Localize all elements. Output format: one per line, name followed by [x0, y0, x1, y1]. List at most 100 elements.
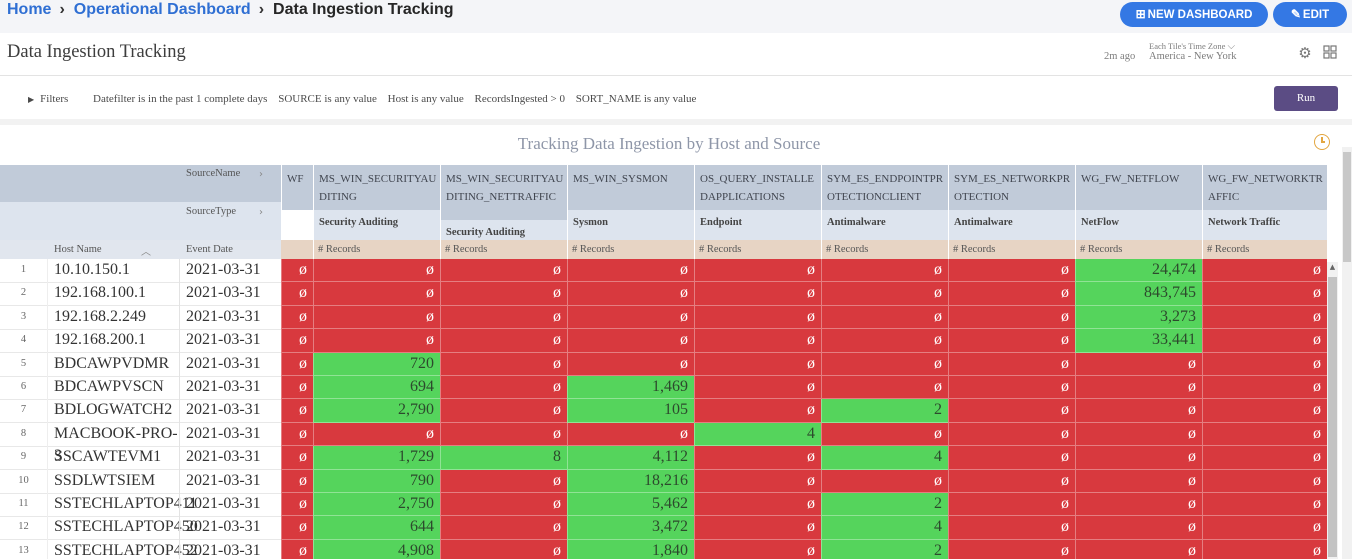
- new-dashboard-button[interactable]: ⊞ NEW DASHBOARD: [1120, 2, 1268, 27]
- record-count-cell[interactable]: ø: [313, 422, 440, 447]
- record-count-cell[interactable]: ø: [948, 516, 1075, 540]
- record-count-cell[interactable]: 2: [821, 493, 948, 517]
- record-count-cell[interactable]: ø: [1075, 399, 1202, 423]
- record-count-cell[interactable]: ø: [281, 352, 313, 376]
- run-button[interactable]: Run: [1274, 86, 1338, 111]
- host-name-cell[interactable]: SSCAWTEVM1: [54, 446, 180, 469]
- record-count-cell[interactable]: 18,216: [567, 469, 694, 493]
- source-column-header[interactable]: SYM_ES_ENDPOINTPROTECTIONCLIENT: [821, 165, 948, 210]
- host-name-cell[interactable]: 192.168.200.1: [54, 329, 180, 352]
- clock-icon[interactable]: [1314, 134, 1330, 150]
- record-count-cell[interactable]: ø: [440, 399, 567, 423]
- record-count-cell[interactable]: ø: [1202, 399, 1327, 423]
- host-name-cell[interactable]: SSTECHLAPTOP411: [54, 493, 197, 516]
- record-count-cell[interactable]: ø: [948, 539, 1075, 559]
- record-count-cell[interactable]: 694: [313, 376, 440, 400]
- source-column-header[interactable]: MS_WIN_SECURITYAUDITING: [313, 165, 440, 210]
- filter-item[interactable]: RecordsIngested > 0: [474, 93, 565, 105]
- record-count-cell[interactable]: ø: [1075, 469, 1202, 493]
- record-count-cell[interactable]: ø: [281, 259, 313, 283]
- host-name-cell[interactable]: SSTECHLAPTOP452: [54, 540, 198, 559]
- record-count-cell[interactable]: ø: [1202, 305, 1327, 330]
- record-count-cell[interactable]: ø: [821, 305, 948, 330]
- record-count-cell[interactable]: ø: [281, 376, 313, 400]
- source-column-header[interactable]: WF: [281, 165, 313, 210]
- source-column-header[interactable]: MS_WIN_SECURITYAUDITING_NETTRAFFIC: [440, 165, 567, 220]
- record-count-cell[interactable]: ø: [440, 376, 567, 400]
- host-name-cell[interactable]: SSTECHLAPTOP450: [54, 516, 198, 539]
- record-count-cell[interactable]: ø: [567, 282, 694, 306]
- record-count-cell[interactable]: 1,729: [313, 446, 440, 470]
- event-date-header[interactable]: Event Date: [186, 244, 276, 255]
- record-count-cell[interactable]: 2: [821, 399, 948, 423]
- record-count-cell[interactable]: 843,745: [1075, 282, 1202, 306]
- record-count-cell[interactable]: ø: [313, 259, 440, 283]
- record-count-cell[interactable]: ø: [821, 422, 948, 447]
- record-count-cell[interactable]: ø: [948, 399, 1075, 423]
- host-name-cell[interactable]: 192.168.2.249: [54, 306, 180, 329]
- record-count-cell[interactable]: ø: [1202, 446, 1327, 470]
- record-count-cell[interactable]: 3,472: [567, 516, 694, 540]
- record-count-cell[interactable]: ø: [821, 259, 948, 283]
- record-count-cell[interactable]: ø: [694, 516, 821, 540]
- record-count-cell[interactable]: 2: [821, 539, 948, 559]
- record-count-cell[interactable]: ø: [1202, 329, 1327, 353]
- record-count-cell[interactable]: ø: [948, 329, 1075, 353]
- sort-up-icon[interactable]: ︿: [141, 243, 151, 258]
- record-count-cell[interactable]: ø: [694, 376, 821, 400]
- record-count-cell[interactable]: ø: [694, 329, 821, 353]
- record-count-cell[interactable]: 24,474: [1075, 259, 1202, 283]
- record-count-cell[interactable]: ø: [281, 399, 313, 423]
- record-count-cell[interactable]: ø: [1075, 422, 1202, 447]
- record-count-cell[interactable]: 4,112: [567, 446, 694, 470]
- record-count-cell[interactable]: ø: [694, 539, 821, 559]
- record-count-cell[interactable]: ø: [440, 516, 567, 540]
- record-count-cell[interactable]: ø: [440, 305, 567, 330]
- record-count-cell[interactable]: ø: [821, 376, 948, 400]
- host-name-header[interactable]: Host Name ︿: [54, 243, 164, 258]
- filter-item[interactable]: Datefilter is in the past 1 complete day…: [93, 93, 267, 105]
- record-count-cell[interactable]: 2,790: [313, 399, 440, 423]
- record-count-cell[interactable]: ø: [821, 469, 948, 493]
- record-count-cell[interactable]: ø: [281, 329, 313, 353]
- record-count-cell[interactable]: ø: [948, 352, 1075, 376]
- host-name-cell[interactable]: 10.10.150.1: [54, 259, 180, 282]
- record-count-cell[interactable]: ø: [440, 469, 567, 493]
- record-count-cell[interactable]: 4: [821, 446, 948, 470]
- filter-item[interactable]: SOURCE is any value: [278, 93, 377, 105]
- record-count-cell[interactable]: ø: [281, 446, 313, 470]
- record-count-cell[interactable]: 3,273: [1075, 305, 1202, 330]
- record-count-cell[interactable]: ø: [1075, 539, 1202, 559]
- record-count-cell[interactable]: ø: [1075, 376, 1202, 400]
- record-count-cell[interactable]: ø: [313, 305, 440, 330]
- record-count-cell[interactable]: ø: [440, 352, 567, 376]
- table-scrollbar-thumb[interactable]: [1328, 277, 1337, 557]
- record-count-cell[interactable]: ø: [1202, 259, 1327, 283]
- record-count-cell[interactable]: ø: [281, 493, 313, 517]
- record-count-cell[interactable]: ø: [1075, 352, 1202, 376]
- record-count-cell[interactable]: ø: [948, 282, 1075, 306]
- gear-icon[interactable]: ⚙: [1297, 45, 1313, 61]
- record-count-cell[interactable]: 105: [567, 399, 694, 423]
- record-count-cell[interactable]: ø: [948, 305, 1075, 330]
- record-count-cell[interactable]: ø: [948, 446, 1075, 470]
- record-count-cell[interactable]: 4: [821, 516, 948, 540]
- record-count-cell[interactable]: ø: [694, 305, 821, 330]
- record-count-cell[interactable]: ø: [567, 352, 694, 376]
- record-count-cell[interactable]: ø: [694, 282, 821, 306]
- host-name-cell[interactable]: BDCAWPVDMR: [54, 353, 180, 376]
- record-count-cell[interactable]: ø: [440, 493, 567, 517]
- record-count-cell[interactable]: ø: [694, 259, 821, 283]
- record-count-cell[interactable]: ø: [313, 329, 440, 353]
- record-count-cell[interactable]: ø: [1202, 352, 1327, 376]
- record-count-cell[interactable]: ø: [281, 469, 313, 493]
- filter-item[interactable]: SORT_NAME is any value: [576, 93, 697, 105]
- source-column-header[interactable]: WG_FW_NETWORKTRAFFIC: [1202, 165, 1327, 210]
- host-name-cell[interactable]: BDCAWPVSCN: [54, 376, 180, 399]
- source-column-header[interactable]: WG_FW_NETFLOW: [1075, 165, 1202, 210]
- record-count-cell[interactable]: 644: [313, 516, 440, 540]
- record-count-cell[interactable]: ø: [567, 329, 694, 353]
- record-count-cell[interactable]: 5,462: [567, 493, 694, 517]
- record-count-cell[interactable]: ø: [821, 282, 948, 306]
- record-count-cell[interactable]: ø: [948, 469, 1075, 493]
